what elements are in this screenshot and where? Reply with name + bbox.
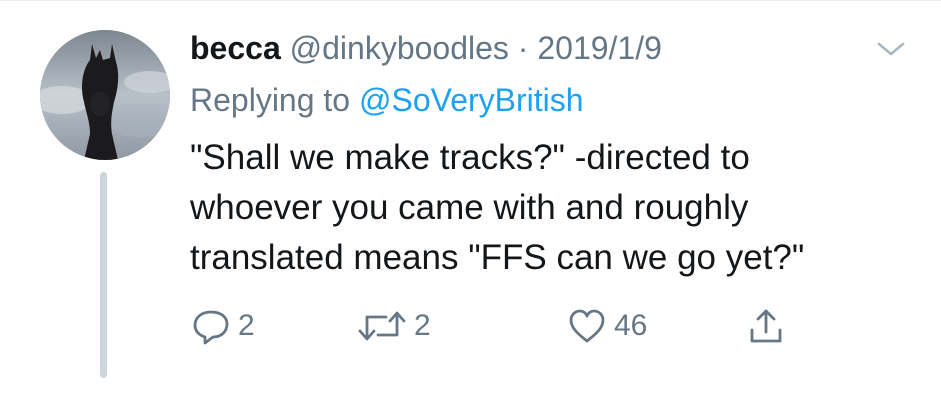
tweet-body: "Shall we make tracks?" -directed to who… <box>190 133 920 283</box>
reply-button[interactable]: 2 <box>190 306 255 346</box>
tweet-text-line: whoever you came with and roughly <box>190 188 749 227</box>
replying-to-label: Replying to <box>190 82 351 118</box>
display-name[interactable]: becca <box>190 30 281 66</box>
user-handle[interactable]: @dinkyboodles <box>290 30 509 66</box>
retweet-count: 2 <box>414 309 431 342</box>
tweet-menu-button[interactable] <box>874 38 908 60</box>
avatar-image <box>40 30 170 160</box>
tweet-header: becca @dinkyboodles · 2019/1/9 <box>190 26 662 70</box>
share-icon <box>750 309 782 343</box>
heart-icon <box>569 309 605 343</box>
replying-to-mention[interactable]: @SoVeryBritish <box>359 82 584 118</box>
share-button[interactable] <box>746 306 786 346</box>
tweet-text-line: translated means "FFS can we go yet?" <box>190 238 805 277</box>
chevron-down-icon <box>877 42 905 56</box>
meta-separator: · <box>517 30 529 66</box>
retweet-button[interactable]: 2 <box>356 306 431 346</box>
reply-icon <box>193 310 229 345</box>
tweet-date[interactable]: 2019/1/9 <box>537 30 662 66</box>
tweet-text-line: "Shall we make tracks?" -directed to <box>190 138 750 177</box>
replying-to: Replying to @SoVeryBritish <box>190 78 584 122</box>
thread-connector-line <box>100 172 107 378</box>
like-count: 46 <box>614 309 648 342</box>
like-button[interactable]: 46 <box>566 306 647 346</box>
avatar[interactable] <box>40 30 170 160</box>
reply-count: 2 <box>238 309 255 342</box>
retweet-icon <box>358 311 406 341</box>
top-divider <box>0 0 941 1</box>
